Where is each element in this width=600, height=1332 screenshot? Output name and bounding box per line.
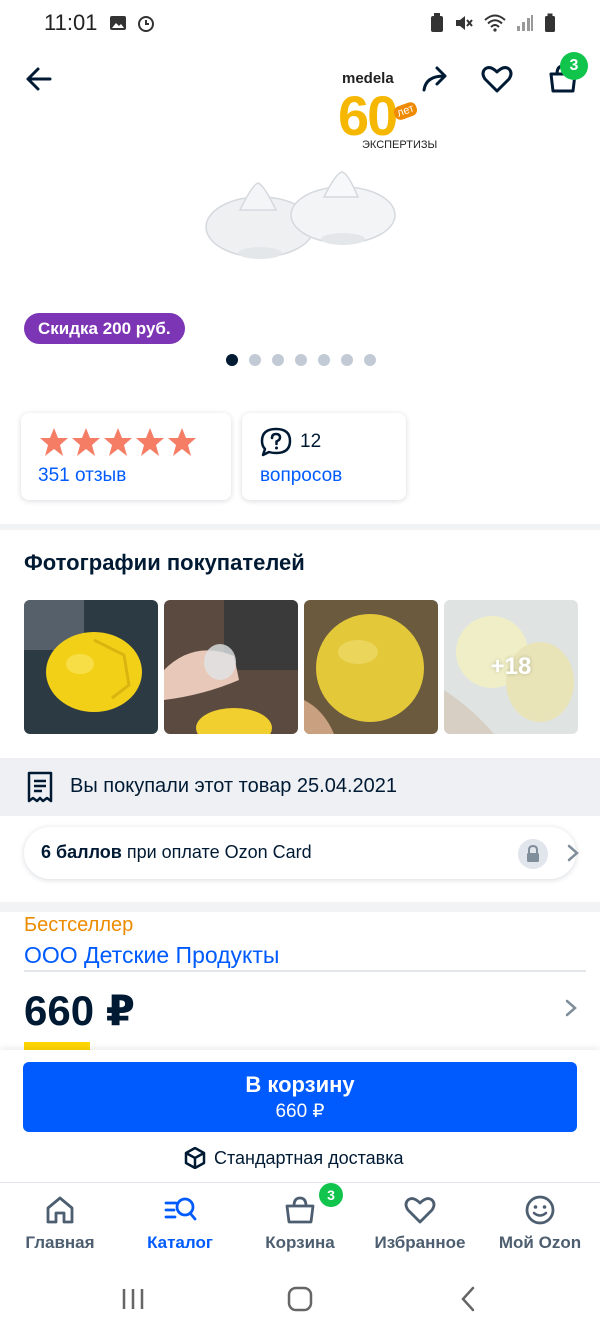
add-to-cart-panel: В корзину 660 ₽ Стандартная доставка (0, 1050, 600, 1182)
battery-icon (545, 13, 555, 32)
more-photos-count: +18 (490, 653, 532, 680)
gallery-notification-icon (110, 16, 127, 30)
lock-icon (518, 839, 548, 869)
rating-stars (39, 427, 197, 457)
purchased-text: Вы покупали этот товар 25.04.2021 (70, 775, 398, 797)
pagination-dot[interactable] (318, 354, 330, 366)
add-to-cart-button[interactable]: В корзину 660 ₽ (23, 1062, 577, 1132)
add-to-cart-label: В корзину (245, 1072, 355, 1097)
tab-cart-badge: 3 (319, 1183, 343, 1207)
section-divider (0, 902, 600, 912)
tab-profile[interactable]: Мой Ozon (480, 1193, 600, 1253)
tab-label: Главная (25, 1233, 95, 1252)
cart-count-badge: 3 (560, 52, 588, 80)
wifi-icon (484, 14, 506, 32)
pagination-dot[interactable] (364, 354, 376, 366)
system-nav-bar (0, 1262, 600, 1332)
customer-photo[interactable] (304, 600, 438, 734)
discount-badge: Скидка 200 руб. (24, 313, 185, 344)
product-image[interactable] (200, 165, 400, 270)
top-bar: 3 (0, 52, 600, 108)
status-bar: 11:01 (0, 0, 600, 46)
tab-catalog[interactable]: Каталог (120, 1193, 240, 1253)
customer-photo[interactable] (24, 600, 158, 734)
back-button-icon[interactable] (454, 1284, 484, 1314)
add-to-cart-price: 660 ₽ (275, 1101, 325, 1122)
home-icon (46, 1196, 74, 1224)
seller-link[interactable]: ООО Детские Продукты (24, 942, 279, 969)
recent-apps-icon[interactable] (118, 1284, 148, 1314)
bestseller-label: Бестселлер (24, 914, 134, 936)
customer-photos: +18 (24, 600, 578, 734)
chevron-right-icon (567, 844, 579, 862)
points-amount: 6 баллов (41, 842, 122, 862)
points-condition: при оплате Ozon Card (121, 842, 312, 862)
questions-card[interactable]: 12 вопросов (242, 413, 406, 500)
tab-favorites[interactable]: Избранное (360, 1193, 480, 1253)
delivery-info[interactable]: Стандартная доставка (184, 1147, 403, 1169)
questions-count: 12 (300, 431, 322, 452)
divider (24, 970, 586, 972)
brand-anniversary: 60 (338, 84, 398, 147)
purchased-info: Вы покупали этот товар 25.04.2021 (0, 758, 600, 816)
questions-link[interactable]: вопросов (260, 465, 342, 487)
basket-icon (285, 1196, 315, 1224)
pagination-dot[interactable] (226, 354, 238, 366)
rating-card[interactable]: 351 отзыв (21, 413, 231, 500)
star-icon (168, 428, 196, 456)
heart-icon[interactable] (480, 62, 514, 96)
gallery-pagination[interactable] (226, 354, 376, 366)
signal-icon (517, 15, 533, 31)
points-text: 6 баллов при оплате Ozon Card (41, 842, 312, 863)
customer-photo-more[interactable]: +18 (444, 600, 578, 734)
tab-label: Мой Ozon (498, 1233, 582, 1252)
tab-label: Корзина (265, 1233, 335, 1252)
question-bubble-icon (260, 427, 292, 457)
star-icon (104, 428, 132, 456)
tab-cart[interactable]: Корзина (240, 1193, 360, 1253)
clock: 11:01 (44, 10, 98, 35)
star-icon (40, 428, 68, 456)
mute-icon (456, 16, 473, 30)
catalog-search-icon (164, 1197, 197, 1221)
box-icon (184, 1147, 206, 1169)
share-icon[interactable] (418, 62, 452, 96)
ozon-card-points[interactable]: 6 баллов при оплате Ozon Card (24, 827, 579, 879)
receipt-icon (27, 771, 53, 803)
pagination-dot[interactable] (295, 354, 307, 366)
pagination-dot[interactable] (272, 354, 284, 366)
price: 660 ₽ (24, 987, 135, 1034)
brand-subtitle: ЭКСПЕРТИЗЫ (362, 139, 438, 151)
tab-bar: Главная Каталог Корзина Избранное Мой Oz… (0, 1182, 600, 1262)
alarm-icon (138, 16, 155, 32)
heart-icon (404, 1197, 436, 1224)
tab-label: Избранное (374, 1233, 466, 1252)
star-icon (72, 428, 100, 456)
tab-label: Каталог (147, 1233, 213, 1252)
star-icon (136, 428, 164, 456)
price-tag-peek (24, 1042, 90, 1050)
customer-photo[interactable] (164, 600, 298, 734)
home-button-icon[interactable] (285, 1284, 315, 1314)
battery-saver-icon (431, 13, 443, 32)
pagination-dot[interactable] (341, 354, 353, 366)
tab-home[interactable]: Главная (0, 1193, 120, 1253)
customer-photos-title: Фотографии покупателей (24, 550, 305, 575)
delivery-label: Стандартная доставка (214, 1147, 404, 1168)
section-divider (0, 524, 600, 530)
smile-icon (525, 1195, 555, 1225)
chevron-right-icon[interactable] (560, 996, 582, 1020)
back-arrow-icon[interactable] (22, 62, 56, 96)
pagination-dot[interactable] (249, 354, 261, 366)
reviews-link[interactable]: 351 отзыв (38, 465, 126, 487)
